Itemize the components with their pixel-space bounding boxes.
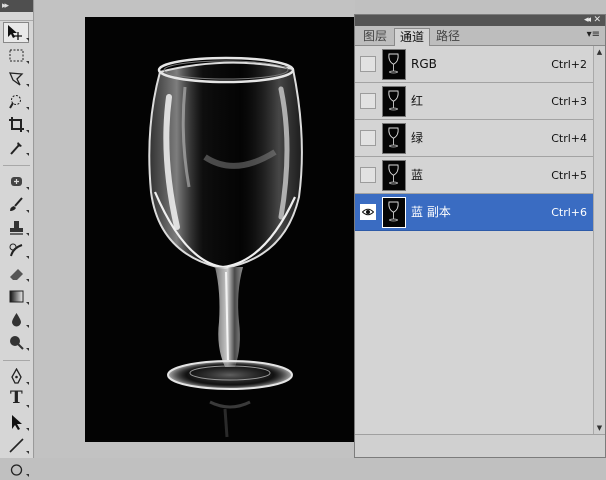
path-select-icon — [12, 415, 22, 430]
channel-shortcut: Ctrl+2 — [551, 58, 587, 71]
glass-thumbnail-icon — [388, 90, 399, 111]
eraser-tool[interactable] — [0, 262, 34, 285]
move-icon — [8, 25, 22, 40]
tab-paths[interactable]: 路径 — [431, 28, 465, 45]
gradient-tool[interactable] — [0, 285, 34, 308]
spot-healing-icon — [11, 177, 22, 186]
type-tool[interactable]: T — [0, 388, 34, 411]
channel-shortcut: Ctrl+3 — [551, 95, 587, 108]
panel-menu-icon[interactable]: ▾≡ — [587, 29, 600, 40]
marquee-tool[interactable] — [0, 44, 34, 67]
channel-name: RGB — [411, 57, 437, 71]
channel-list-scrollbar[interactable]: ▲ ▼ — [593, 46, 605, 435]
line-tool[interactable] — [0, 434, 34, 457]
tools-panel: ▸▸ T — [0, 0, 34, 477]
quick-select-tool[interactable] — [0, 90, 34, 113]
crop-tool[interactable] — [0, 113, 34, 136]
scroll-down-icon[interactable]: ▼ — [595, 424, 604, 433]
channel-shortcut: Ctrl+4 — [551, 132, 587, 145]
channel-name: 蓝 — [411, 168, 424, 182]
channel-row-rgb[interactable]: RGB Ctrl+2 — [355, 46, 593, 83]
visibility-toggle[interactable] — [360, 167, 376, 183]
channel-row-blue[interactable]: 蓝 Ctrl+5 — [355, 157, 593, 194]
channel-name: 红 — [411, 94, 424, 108]
channel-row-blue-copy[interactable]: 蓝 副本 Ctrl+6 — [355, 194, 593, 231]
visibility-toggle[interactable] — [360, 56, 376, 72]
channel-thumbnail — [382, 86, 406, 117]
wine-glass-image — [148, 56, 303, 438]
lasso-icon — [8, 72, 24, 86]
brush-icon — [10, 197, 23, 211]
tools-divider — [3, 354, 30, 361]
pen-icon — [11, 368, 22, 384]
panel-tabs: 图层 通道 路径 ▾≡ — [355, 26, 605, 46]
line-icon — [9, 438, 24, 453]
panel-titlebar[interactable]: ◂◂ ✕ — [355, 15, 605, 26]
channel-name: 蓝 副本 — [411, 205, 451, 219]
glass-thumbnail-icon — [388, 201, 399, 222]
eraser-icon — [10, 269, 23, 280]
document-workspace — [35, 0, 382, 458]
type-icon: T — [10, 388, 23, 408]
marquee-icon — [9, 49, 24, 62]
channel-thumbnail — [382, 160, 406, 191]
spot-healing-tool[interactable] — [0, 170, 34, 193]
channel-shortcut: Ctrl+6 — [551, 206, 587, 219]
history-brush-icon — [9, 243, 23, 257]
panel-footer — [355, 434, 605, 457]
crop-icon — [9, 117, 24, 132]
pen-tool[interactable] — [0, 365, 34, 388]
eye-icon — [362, 208, 374, 216]
channels-panel: ◂◂ ✕ 图层 通道 路径 ▾≡ RGB Ctrl+2 红 Ctrl+3 绿 C… — [354, 14, 606, 458]
expand-tools-icon[interactable]: ▸▸ — [2, 0, 9, 12]
hand-tool[interactable] — [0, 457, 34, 480]
lasso-tool[interactable] — [0, 67, 34, 90]
channel-name: 绿 — [411, 131, 424, 145]
dodge-icon — [10, 336, 24, 350]
tools-divider — [3, 159, 30, 166]
eyedropper-icon — [10, 142, 22, 155]
channel-thumbnail — [382, 197, 406, 228]
tab-layers[interactable]: 图层 — [358, 28, 392, 45]
history-brush-tool[interactable] — [0, 239, 34, 262]
channel-thumbnail — [382, 49, 406, 80]
dodge-tool[interactable] — [0, 331, 34, 354]
channel-thumbnail — [382, 123, 406, 154]
glass-thumbnail-icon — [388, 164, 399, 185]
channel-row-red[interactable]: 红 Ctrl+3 — [355, 83, 593, 120]
tools-panel-header[interactable]: ▸▸ — [0, 0, 33, 12]
tools-panel-grip[interactable] — [0, 12, 33, 21]
visibility-toggle[interactable] — [360, 93, 376, 109]
glass-thumbnail-icon — [388, 127, 399, 148]
channel-list: RGB Ctrl+2 红 Ctrl+3 绿 Ctrl+4 蓝 Ctrl+5 蓝 … — [355, 46, 593, 231]
quick-select-icon — [9, 95, 21, 109]
hand-icon — [10, 464, 23, 476]
document-canvas[interactable] — [85, 17, 382, 442]
glass-thumbnail-icon — [388, 53, 399, 74]
gradient-icon — [9, 290, 24, 303]
path-select-tool[interactable] — [0, 411, 34, 434]
channel-row-green[interactable]: 绿 Ctrl+4 — [355, 120, 593, 157]
brush-tool[interactable] — [0, 193, 34, 216]
move-tool[interactable] — [0, 21, 34, 44]
tab-channels[interactable]: 通道 — [394, 28, 431, 46]
visibility-toggle[interactable] — [360, 204, 376, 220]
clone-stamp-tool[interactable] — [0, 216, 34, 239]
clone-stamp-icon — [10, 221, 23, 235]
close-panel-icon[interactable]: ✕ — [593, 15, 601, 26]
scroll-up-icon[interactable]: ▲ — [595, 48, 604, 57]
eyedropper-tool[interactable] — [0, 136, 34, 159]
blur-tool[interactable] — [0, 308, 34, 331]
visibility-toggle[interactable] — [360, 130, 376, 146]
collapse-panel-icon[interactable]: ◂◂ — [584, 15, 591, 26]
blur-icon — [12, 313, 21, 327]
channel-shortcut: Ctrl+5 — [551, 169, 587, 182]
